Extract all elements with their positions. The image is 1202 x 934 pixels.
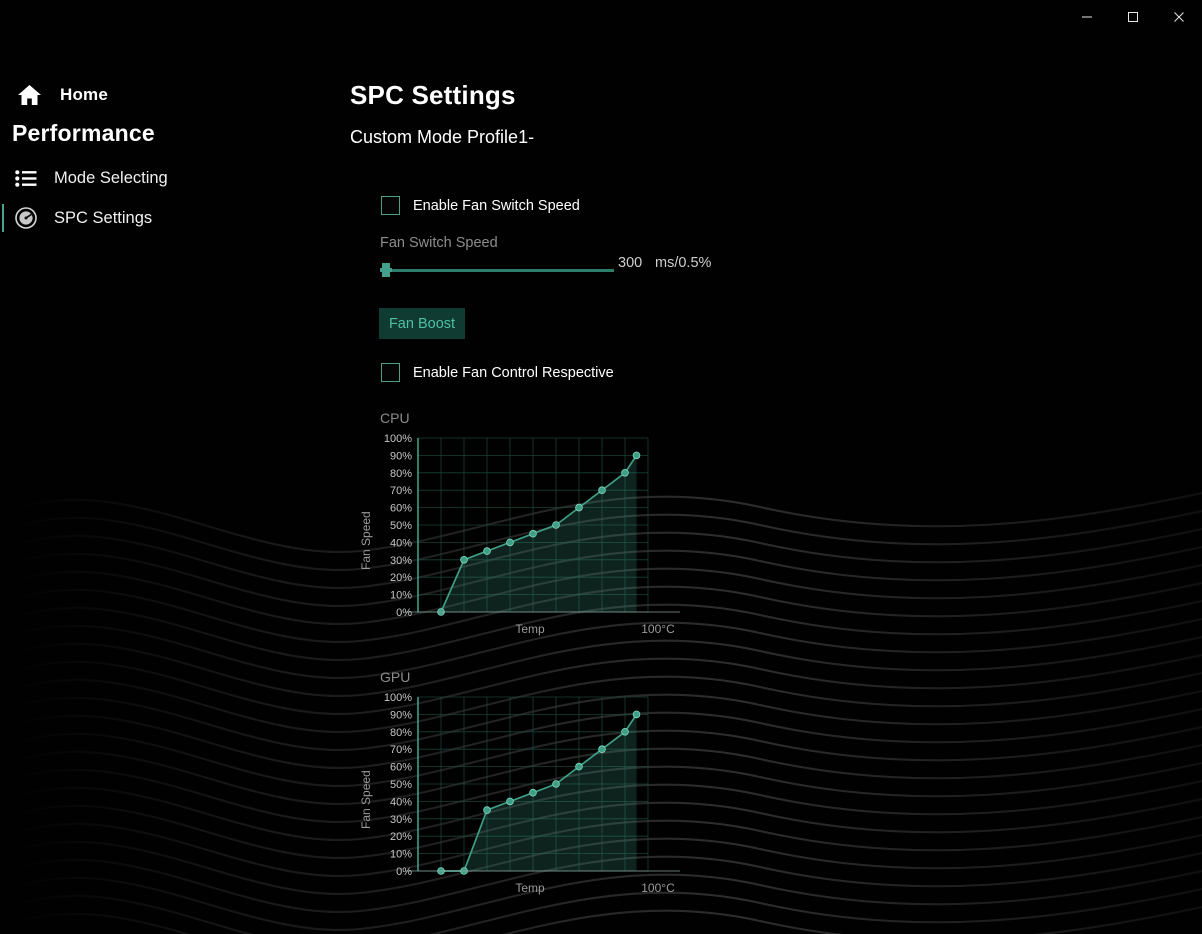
main-content: SPC Settings Custom Mode Profile1- Enabl… — [340, 34, 1202, 934]
svg-text:Temp: Temp — [515, 881, 545, 895]
close-icon — [1174, 12, 1184, 22]
cpu-chart-title: CPU — [380, 410, 410, 426]
svg-text:100%: 100% — [384, 692, 412, 704]
svg-text:20%: 20% — [390, 572, 412, 584]
sidebar-item-spc-settings[interactable]: SPC Settings — [0, 202, 300, 234]
enable-fan-control-respective-row[interactable]: Enable Fan Control Respective — [381, 363, 614, 382]
sidebar-home-label: Home — [60, 85, 109, 104]
sidebar-item-mode-selecting[interactable]: Mode Selecting — [0, 162, 300, 194]
fan-switch-speed-label: Fan Switch Speed — [380, 235, 498, 251]
sidebar-item-label: Mode Selecting — [54, 168, 168, 187]
sidebar: Home Performance Mode Selecting SPC Sett… — [0, 34, 340, 934]
minimize-icon — [1082, 16, 1092, 18]
maximize-button[interactable] — [1110, 0, 1156, 34]
svg-text:80%: 80% — [390, 468, 412, 480]
svg-text:90%: 90% — [390, 450, 412, 462]
fan-switch-speed-slider[interactable] — [380, 259, 780, 281]
svg-text:20%: 20% — [390, 831, 412, 843]
sidebar-section-title: Performance — [12, 120, 155, 146]
svg-text:Fan Speed: Fan Speed — [359, 770, 373, 829]
svg-text:60%: 60% — [390, 762, 412, 774]
sidebar-item-home[interactable]: Home — [0, 78, 300, 112]
cpu-chart[interactable]: 100% 90% 80% 70% 60% 50% 40% 30% 20% 10% 0% Fan Spe… — [350, 430, 750, 645]
svg-text:70%: 70% — [390, 485, 412, 497]
gauge-icon — [4, 207, 48, 229]
enable-fan-control-respective-checkbox[interactable] — [381, 363, 400, 382]
page-subtitle: Custom Mode Profile1- — [350, 127, 535, 147]
home-icon — [6, 84, 52, 106]
svg-text:0%: 0% — [396, 607, 412, 619]
svg-text:30%: 30% — [390, 814, 412, 826]
slider-thumb[interactable] — [380, 263, 392, 277]
svg-text:Temp: Temp — [515, 622, 545, 636]
svg-text:30%: 30% — [390, 555, 412, 567]
svg-text:90%: 90% — [390, 709, 412, 721]
svg-text:80%: 80% — [390, 727, 412, 739]
sidebar-item-label: SPC Settings — [54, 208, 153, 227]
svg-text:40%: 40% — [390, 796, 412, 808]
fan-switch-speed-unit: ms/0.5% — [655, 255, 712, 271]
app-window: Home Performance Mode Selecting SPC Sett… — [0, 0, 1202, 934]
svg-text:70%: 70% — [390, 744, 412, 756]
fan-boost-button[interactable]: Fan Boost — [379, 308, 465, 339]
enable-fan-control-respective-label: Enable Fan Control Respective — [413, 364, 614, 381]
list-icon — [4, 169, 48, 187]
close-button[interactable] — [1156, 0, 1202, 34]
window-title-bar — [0, 0, 1202, 34]
svg-text:100°C: 100°C — [641, 881, 675, 895]
fan-switch-speed-value: 300 — [618, 255, 643, 271]
svg-text:Fan Speed: Fan Speed — [359, 511, 373, 570]
enable-fan-switch-speed-label: Enable Fan Switch Speed — [413, 197, 580, 214]
svg-text:40%: 40% — [390, 537, 412, 549]
svg-text:0%: 0% — [396, 866, 412, 878]
svg-text:100°C: 100°C — [641, 622, 675, 636]
gpu-chart-title: GPU — [380, 669, 411, 685]
svg-text:10%: 10% — [390, 590, 412, 602]
svg-text:10%: 10% — [390, 849, 412, 861]
slider-track[interactable] — [382, 269, 614, 272]
gpu-chart[interactable]: 100% 90% 80% 70% 60% 50% 40% 30% 20% 10% 0% Fan Spe… — [350, 689, 750, 904]
enable-fan-switch-speed-row[interactable]: Enable Fan Switch Speed — [381, 196, 580, 215]
enable-fan-switch-speed-checkbox[interactable] — [381, 196, 400, 215]
svg-text:60%: 60% — [390, 503, 412, 515]
minimize-button[interactable] — [1064, 0, 1110, 34]
maximize-icon — [1128, 12, 1138, 22]
page-title: SPC Settings — [350, 80, 516, 110]
svg-text:50%: 50% — [390, 520, 412, 532]
svg-text:50%: 50% — [390, 779, 412, 791]
svg-text:100%: 100% — [384, 433, 412, 445]
